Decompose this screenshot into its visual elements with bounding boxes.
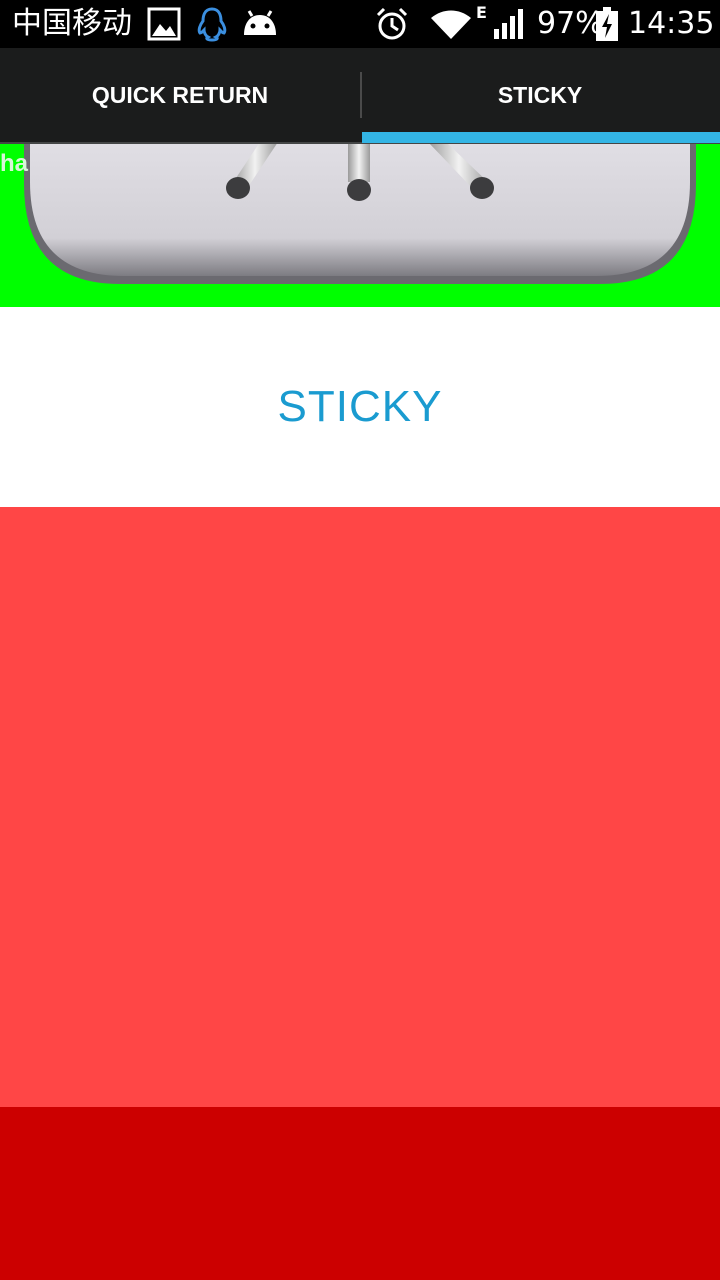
tab-sticky[interactable]: STICKY <box>360 48 720 142</box>
tab-bar: QUICK RETURN STICKY <box>0 48 720 144</box>
tab-quick-return[interactable]: QUICK RETURN <box>0 48 360 142</box>
tab-sticky-label: STICKY <box>497 81 583 108</box>
network-type-label: E <box>476 3 487 22</box>
qq-icon <box>194 6 230 46</box>
header-image: ha <box>0 144 720 307</box>
signal-icon <box>493 9 525 43</box>
image-icon <box>147 7 181 45</box>
battery-charging-icon <box>596 7 618 45</box>
header-partial-text: ha <box>0 150 29 177</box>
android-icon <box>241 9 279 43</box>
selected-tab-indicator <box>362 132 720 143</box>
wifi-icon <box>429 9 473 45</box>
carrier-name: 中国移动 <box>12 6 132 41</box>
app-icon-image <box>24 144 696 284</box>
content-block-dark-red <box>0 1107 720 1280</box>
sticky-label: STICKY <box>277 382 443 431</box>
tab-quick-return-label: QUICK RETURN <box>91 81 269 108</box>
battery-percent: 97% <box>537 6 604 41</box>
sticky-header: STICKY <box>0 307 720 507</box>
clock-time: 14:35 <box>628 6 715 41</box>
status-bar: 中国移动 E 97% 14:35 <box>0 0 720 48</box>
alarm-icon <box>374 6 410 46</box>
content-block-red <box>0 507 720 1107</box>
